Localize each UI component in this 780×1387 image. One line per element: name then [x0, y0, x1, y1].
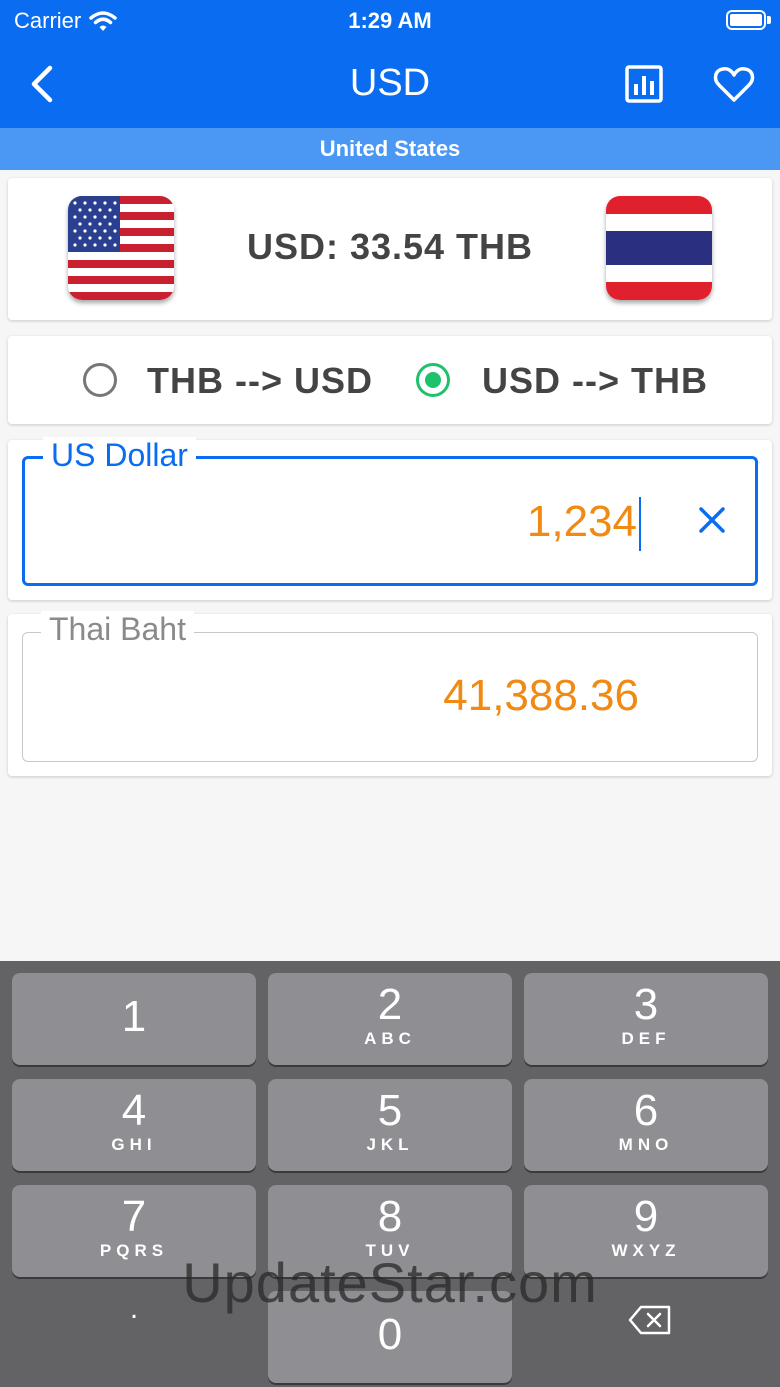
nav-bar: USD — [0, 40, 780, 128]
key-decimal[interactable]: . — [12, 1279, 256, 1371]
country-subtitle: United States — [0, 128, 780, 170]
key-9[interactable]: 9 WXYZ — [524, 1185, 768, 1277]
thb-field-label: Thai Baht — [41, 611, 194, 648]
key-letters: MNO — [618, 1135, 674, 1154]
heart-icon[interactable] — [712, 62, 756, 106]
thb-amount-field: Thai Baht 41,388.36 — [22, 611, 758, 762]
clear-icon[interactable] — [695, 503, 729, 537]
key-digit: 8 — [377, 1192, 403, 1241]
text-cursor — [639, 497, 641, 551]
key-digit: 1 — [121, 992, 147, 1041]
rate-card: USD: 33.54 THB — [8, 178, 772, 320]
key-letters: GHI — [111, 1135, 157, 1154]
key-1[interactable]: 1 — [12, 973, 256, 1065]
output-card: Thai Baht 41,388.36 — [8, 611, 772, 776]
status-bar: Carrier 1:29 AM — [0, 0, 780, 40]
battery-tip — [767, 16, 771, 24]
key-0[interactable]: 0 — [268, 1291, 512, 1383]
key-digit: 9 — [633, 1192, 659, 1241]
direction-label-thb-to-usd[interactable]: THB --> USD — [147, 360, 373, 402]
numeric-keypad: 1 2 ABC 3 DEF 4 GHI 5 JKL 6 MNO 7 PQRS 8… — [0, 961, 780, 1387]
key-digit: 4 — [121, 1086, 147, 1135]
thailand-flag-icon — [606, 196, 712, 300]
usd-field-label: US Dollar — [43, 437, 196, 474]
key-digit: 6 — [633, 1086, 659, 1135]
key-3[interactable]: 3 DEF — [524, 973, 768, 1065]
key-letters: PQRS — [99, 1241, 169, 1260]
key-7[interactable]: 7 PQRS — [12, 1185, 256, 1277]
key-8[interactable]: 8 TUV — [268, 1185, 512, 1277]
battery-icon — [726, 10, 766, 30]
key-5[interactable]: 5 JKL — [268, 1079, 512, 1171]
backspace-icon — [628, 1305, 671, 1335]
key-digit: 3 — [633, 980, 659, 1029]
key-letters: ABC — [364, 1029, 416, 1048]
clock: 1:29 AM — [348, 8, 432, 33]
key-digit: 2 — [377, 980, 403, 1029]
input-card: US Dollar 1,234 — [8, 437, 772, 600]
key-letters: JKL — [366, 1135, 414, 1154]
key-letters: DEF — [621, 1029, 671, 1048]
delete-key[interactable] — [524, 1279, 768, 1371]
usd-amount-field[interactable]: US Dollar 1,234 — [22, 437, 758, 586]
key-6[interactable]: 6 MNO — [524, 1079, 768, 1171]
direction-selector: THB --> USD USD --> THB — [8, 336, 772, 424]
radio-thb-to-usd[interactable] — [83, 363, 117, 397]
usd-amount-value[interactable]: 1,234 — [527, 497, 637, 547]
key-2[interactable]: 2 ABC — [268, 973, 512, 1065]
bar-chart-icon[interactable] — [624, 64, 664, 104]
thb-amount-value: 41,388.36 — [443, 671, 639, 720]
key-digit: 0 — [377, 1310, 403, 1359]
direction-label-usd-to-thb[interactable]: USD --> THB — [482, 360, 708, 402]
key-letters: WXYZ — [611, 1241, 681, 1260]
key-letters: TUV — [365, 1241, 415, 1260]
key-digit: 7 — [121, 1192, 147, 1241]
key-4[interactable]: 4 GHI — [12, 1079, 256, 1171]
radio-usd-to-thb[interactable] — [416, 363, 450, 397]
key-digit: 5 — [377, 1086, 403, 1135]
